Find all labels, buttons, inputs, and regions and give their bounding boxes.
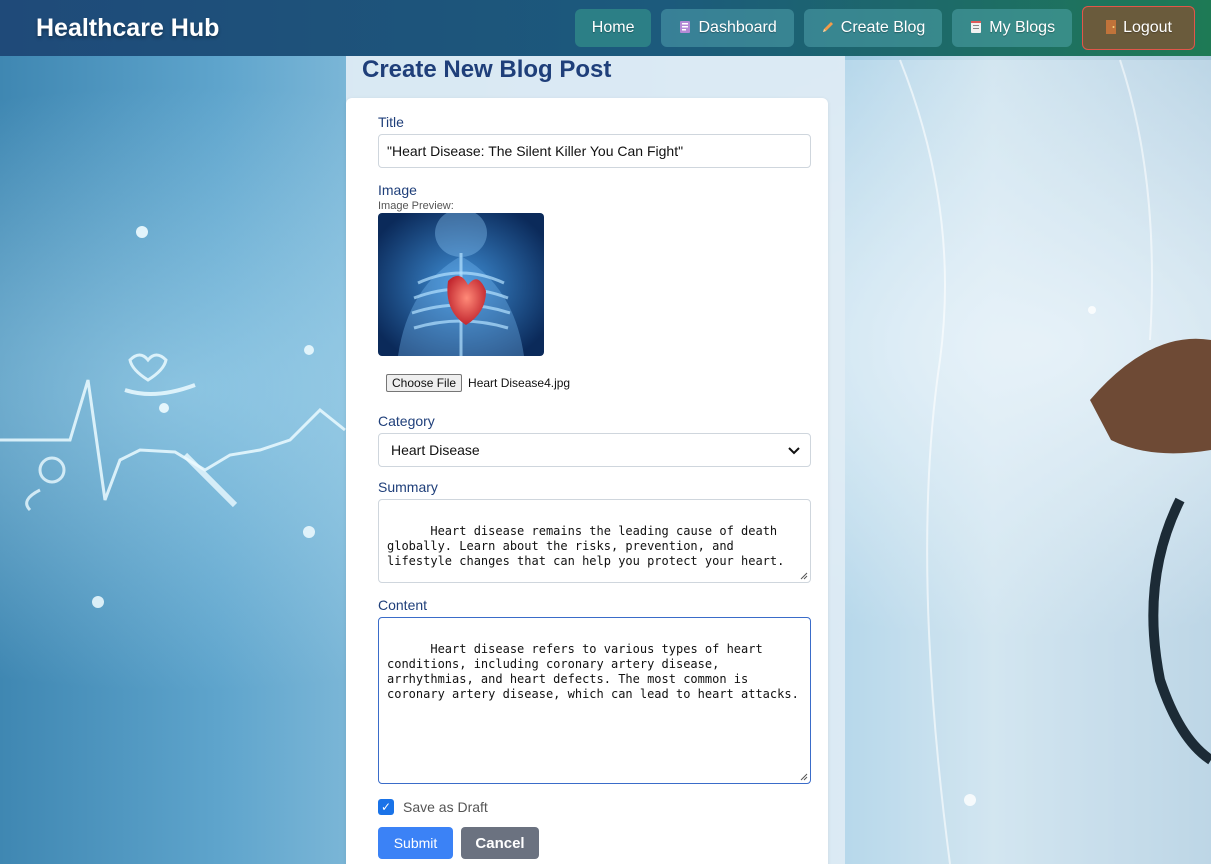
pencil-icon [821,20,835,37]
save-draft-checkbox[interactable]: ✓ [378,799,394,815]
dashboard-icon [678,20,692,37]
nav-home-button[interactable]: Home [574,9,652,47]
title-label: Title [378,114,404,130]
summary-text: Heart disease remains the leading cause … [387,524,785,568]
nav-create-blog-button[interactable]: Create Blog [803,9,943,47]
notepad-icon [969,20,983,37]
choose-file-button[interactable]: Choose File [386,374,463,392]
nav-my-blogs-label: My Blogs [989,19,1056,36]
title-input[interactable]: "Heart Disease: The Silent Killer You Ca… [378,134,811,168]
summary-label: Summary [378,479,438,495]
content-label: Content [378,597,428,613]
category-label: Category [378,413,435,429]
save-draft-label[interactable]: Save as Draft [403,799,488,815]
nav-home-label: Home [591,19,635,36]
category-select[interactable]: Heart Disease [378,433,811,467]
resize-handle-icon[interactable] [800,773,808,781]
nav-logout-label: Logout [1123,19,1172,36]
category-value: Heart Disease [391,442,480,458]
resize-handle-icon[interactable] [800,572,808,580]
page-title: Create New Blog Post [362,56,612,83]
nav-my-blogs-button[interactable]: My Blogs [952,9,1073,47]
form-actions: Submit Cancel [378,827,812,859]
submit-button[interactable]: Submit [378,827,453,859]
image-preview [378,213,544,356]
file-input: Choose File Heart Disease4.jpg [386,374,812,392]
door-icon [1105,19,1117,38]
form-panel: Create New Blog Post Title "Heart Diseas… [346,56,845,864]
file-name: Heart Disease4.jpg [468,376,571,390]
nav-dashboard-button[interactable]: Dashboard [661,9,794,47]
image-label: Image [378,182,417,198]
cancel-button[interactable]: Cancel [461,827,539,859]
nav-logout-button[interactable]: Logout [1082,6,1195,50]
blog-form-card: Title "Heart Disease: The Silent Killer … [346,98,828,864]
summary-textarea[interactable]: Heart disease remains the leading cause … [378,499,811,583]
nav-links: Home Dashboard Create Blog My Blogs Logo… [574,6,1195,50]
chevron-down-icon [788,442,800,458]
content-text: Heart disease refers to various types of… [387,642,799,701]
image-preview-label: Image Preview: [378,200,454,212]
save-draft-row: ✓ Save as Draft [378,799,812,815]
nav-create-blog-label: Create Blog [840,19,926,36]
nav-dashboard-label: Dashboard [698,19,777,36]
top-navbar: Healthcare Hub Home Dashboard Create Blo… [0,0,1211,56]
content-textarea[interactable]: Heart disease refers to various types of… [378,617,811,784]
brand-logo[interactable]: Healthcare Hub [36,14,219,43]
